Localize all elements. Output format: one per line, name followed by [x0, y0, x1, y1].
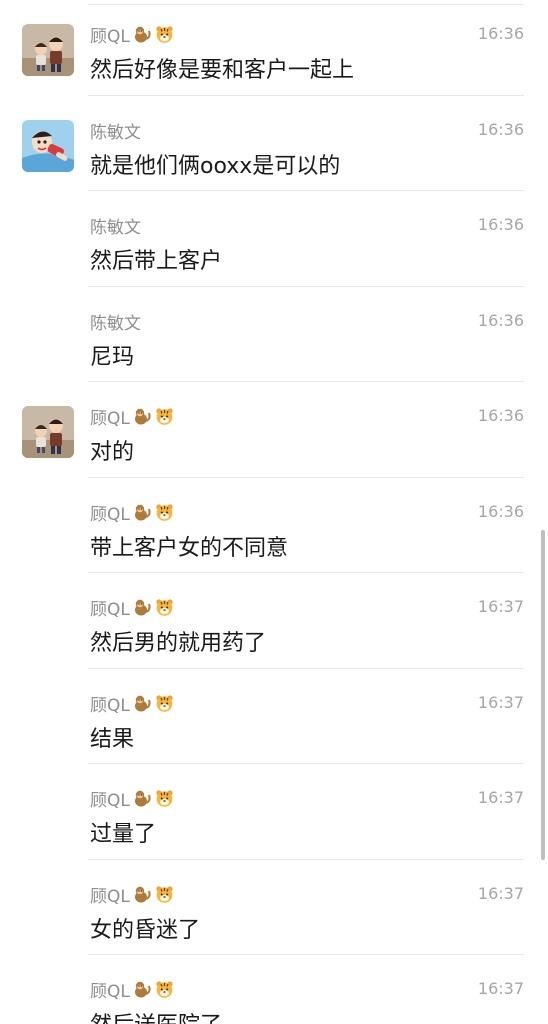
message-time: 16:36	[477, 215, 524, 234]
scrollbar[interactable]	[541, 530, 545, 860]
message-time: 16:36	[477, 501, 524, 521]
sender-name[interactable]: 顾QL	[90, 977, 130, 1002]
sender-name[interactable]: 顾QL	[90, 500, 130, 525]
chat-history[interactable]: 顾QL 16:36 然后好像是要和客户一起上 陈敏文 16:36 就是他们俩ooxx是…	[0, 0, 548, 1024]
message-text: 结果	[90, 726, 135, 752]
sender-row: 顾QL	[90, 977, 174, 1002]
monkey-emoji-icon	[133, 503, 152, 522]
sender-name[interactable]: 顾QL	[90, 786, 130, 811]
chat-message[interactable]: 顾QL 16:37 女的昏迷了	[0, 860, 548, 955]
tiger-emoji-icon	[155, 885, 174, 904]
chat-message[interactable]: 陈敏文 16:36 就是他们俩ooxx是可以的	[0, 96, 548, 191]
avatar[interactable]	[22, 119, 74, 172]
chat-message[interactable]: 陈敏文 16:36 然后带上客户	[0, 191, 548, 287]
message-time: 16:37	[477, 883, 524, 903]
chat-message[interactable]: 顾QL 16:36 带上客户女的不同意	[0, 478, 548, 573]
tiger-emoji-icon	[155, 407, 174, 426]
monkey-emoji-icon	[133, 980, 152, 999]
tiger-emoji-icon	[155, 789, 174, 808]
message-text: 然后送医院了	[90, 1007, 222, 1024]
chat-message[interactable]: 顾QL 16:37 然后送医院了	[0, 955, 548, 1024]
tiger-emoji-icon	[155, 980, 174, 999]
sender-row: 陈敏文	[90, 309, 141, 334]
message-text: 然后带上客户	[90, 249, 223, 274]
tiger-emoji-icon	[155, 503, 174, 522]
tiger-emoji-icon	[155, 694, 174, 713]
message-text: 女的昏迷了	[90, 917, 201, 943]
sender-name[interactable]: 顾QL	[90, 882, 130, 907]
message-list: 顾QL 16:36 然后好像是要和客户一起上 陈敏文 16:36 就是他们俩ooxx是…	[0, 0, 548, 1024]
sender-name[interactable]: 陈敏文	[90, 213, 141, 238]
chat-message[interactable]: 顾QL 16:36 然后好像是要和客户一起上	[0, 0, 548, 96]
monkey-emoji-icon	[133, 885, 152, 904]
message-time: 16:36	[477, 119, 524, 139]
sender-row: 顾QL	[90, 882, 174, 907]
chat-message[interactable]: 陈敏文 16:36 尼玛	[0, 287, 548, 382]
avatar[interactable]	[22, 406, 74, 458]
monkey-emoji-icon	[133, 25, 152, 44]
sender-row: 顾QL	[90, 22, 174, 47]
message-text: 尼玛	[90, 344, 135, 370]
message-text: 带上客户女的不同意	[90, 535, 289, 561]
message-time: 16:37	[477, 692, 524, 712]
monkey-emoji-icon	[133, 694, 152, 713]
monkey-emoji-icon	[133, 598, 152, 617]
sender-row: 顾QL	[90, 404, 174, 429]
sender-name[interactable]: 陈敏文	[90, 118, 141, 143]
message-text: 然后好像是要和客户一起上	[90, 58, 355, 83]
sender-row: 陈敏文	[90, 213, 141, 238]
sender-row: 陈敏文	[90, 118, 141, 143]
tiger-emoji-icon	[155, 598, 174, 617]
message-time: 16:37	[477, 597, 524, 616]
message-text: 对的	[90, 440, 135, 465]
message-time: 16:37	[477, 979, 524, 998]
message-time: 16:37	[477, 788, 524, 807]
message-time: 16:36	[477, 310, 524, 330]
sender-row: 顾QL	[90, 500, 174, 525]
message-time: 16:36	[477, 406, 524, 425]
message-time: 16:36	[477, 24, 524, 43]
sender-row: 顾QL	[90, 595, 174, 620]
sender-name[interactable]: 顾QL	[90, 22, 130, 47]
message-text: 过量了	[90, 822, 157, 847]
chat-message[interactable]: 顾QL 16:37 然后男的就用药了	[0, 573, 548, 669]
tiger-emoji-icon	[155, 25, 174, 44]
sender-name[interactable]: 顾QL	[90, 404, 130, 429]
sender-name[interactable]: 顾QL	[90, 595, 130, 620]
monkey-emoji-icon	[133, 789, 152, 808]
message-text: 然后男的就用药了	[90, 631, 267, 656]
sender-name[interactable]: 陈敏文	[90, 309, 141, 334]
message-text: 就是他们俩ooxx是可以的	[90, 153, 341, 179]
sender-row: 顾QL	[90, 786, 174, 811]
chat-message[interactable]: 顾QL 16:36 对的	[0, 382, 548, 478]
monkey-emoji-icon	[133, 407, 152, 426]
chat-message[interactable]: 顾QL 16:37 结果	[0, 669, 548, 764]
sender-name[interactable]: 顾QL	[90, 691, 130, 716]
sender-row: 顾QL	[90, 691, 174, 716]
chat-message[interactable]: 顾QL 16:37 过量了	[0, 764, 548, 860]
avatar[interactable]	[22, 24, 74, 76]
